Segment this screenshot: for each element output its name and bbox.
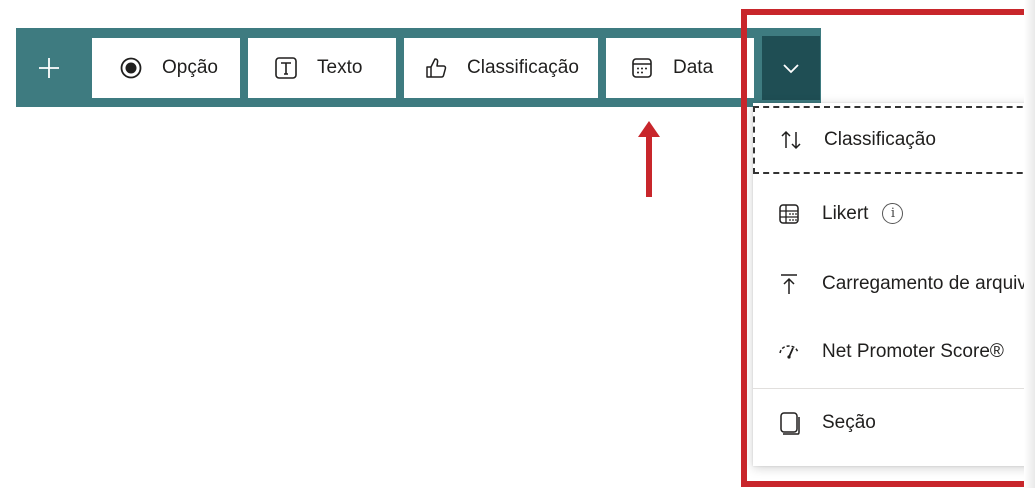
rating-button-label: Classificação — [467, 57, 579, 78]
calendar-icon — [629, 55, 655, 81]
gauge-icon — [775, 338, 803, 366]
text-box-icon — [273, 55, 299, 81]
section-icon — [775, 409, 803, 437]
menu-item-section[interactable]: Seção — [753, 388, 1035, 456]
radio-icon — [118, 55, 144, 81]
menu-item-likert[interactable]: Likert i — [753, 180, 1035, 248]
page-edge-shadow — [1024, 0, 1035, 488]
more-types-button[interactable] — [762, 36, 820, 100]
upload-icon — [775, 270, 803, 298]
plus-icon — [39, 57, 59, 78]
sort-arrows-icon — [777, 126, 805, 154]
likert-table-icon — [775, 200, 803, 228]
text-button[interactable]: Texto — [248, 38, 396, 98]
rating-button[interactable]: Classificação — [404, 38, 598, 98]
thumbs-up-icon — [423, 55, 449, 81]
menu-item-file-upload-label: Carregamento de arquivo — [822, 273, 1035, 294]
text-button-label: Texto — [317, 57, 363, 78]
chevron-down-icon — [783, 64, 799, 74]
red-arrow-annotation — [638, 121, 660, 197]
menu-item-nps-label: Net Promoter Score® — [822, 341, 1004, 362]
menu-item-ranking[interactable]: Classificação — [753, 106, 1035, 174]
menu-item-nps[interactable]: Net Promoter Score® — [753, 318, 1035, 386]
question-type-toolbar: Opção Texto Classificação Data — [16, 28, 821, 107]
date-button-label: Data — [673, 57, 714, 78]
menu-item-file-upload[interactable]: Carregamento de arquivo — [753, 250, 1035, 318]
menu-item-section-label: Seção — [822, 411, 876, 433]
more-types-dropdown: Classificação Likert i Carregamento de ar… — [753, 103, 1035, 466]
add-question-button[interactable] — [16, 28, 82, 107]
choice-button-label: Opção — [162, 57, 218, 78]
info-icon[interactable]: i — [882, 203, 904, 225]
choice-button[interactable]: Opção — [92, 38, 240, 98]
menu-item-likert-text: Likert i — [822, 203, 904, 225]
menu-item-ranking-label: Classificação — [824, 129, 936, 150]
menu-item-likert-label: Likert — [822, 203, 869, 224]
date-button[interactable]: Data — [606, 38, 754, 98]
